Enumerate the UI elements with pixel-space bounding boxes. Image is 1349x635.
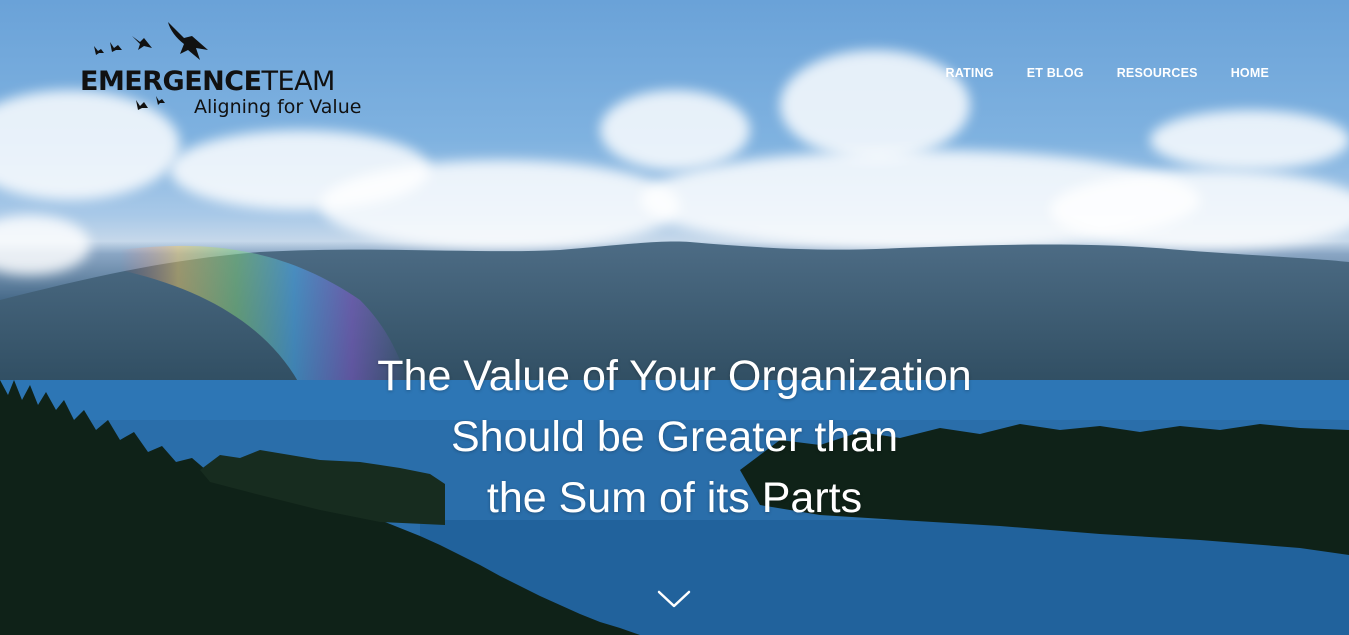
brand-name: EMERGENCETEAM: [80, 66, 335, 97]
brand-logo[interactable]: EMERGENCETEAM Aligning for Value: [80, 20, 380, 120]
hero-section: EMERGENCETEAM Aligning for Value RATING …: [0, 0, 1349, 635]
brand-name-light: TEAM: [261, 66, 336, 97]
main-nav: RATING ET BLOG RESOURCES HOME: [946, 66, 1269, 80]
hero-headline-line-1: The Value of Your Organization: [377, 352, 972, 400]
hero-headline-line-2: Should be Greater than: [450, 413, 899, 461]
brand-name-bold: EMERGENCE: [80, 66, 262, 97]
nav-rating[interactable]: RATING: [946, 66, 994, 80]
nav-home[interactable]: HOME: [1231, 66, 1269, 80]
nav-resources[interactable]: RESOURCES: [1117, 66, 1198, 80]
hero-headline-line-3: the Sum of its Parts: [486, 474, 863, 522]
brand-tagline: Aligning for Value: [194, 96, 362, 118]
hero-headline: The Value of Your Organization Should be…: [0, 346, 1349, 529]
chevron-down-icon[interactable]: [657, 588, 691, 610]
nav-et-blog[interactable]: ET BLOG: [1027, 66, 1084, 80]
